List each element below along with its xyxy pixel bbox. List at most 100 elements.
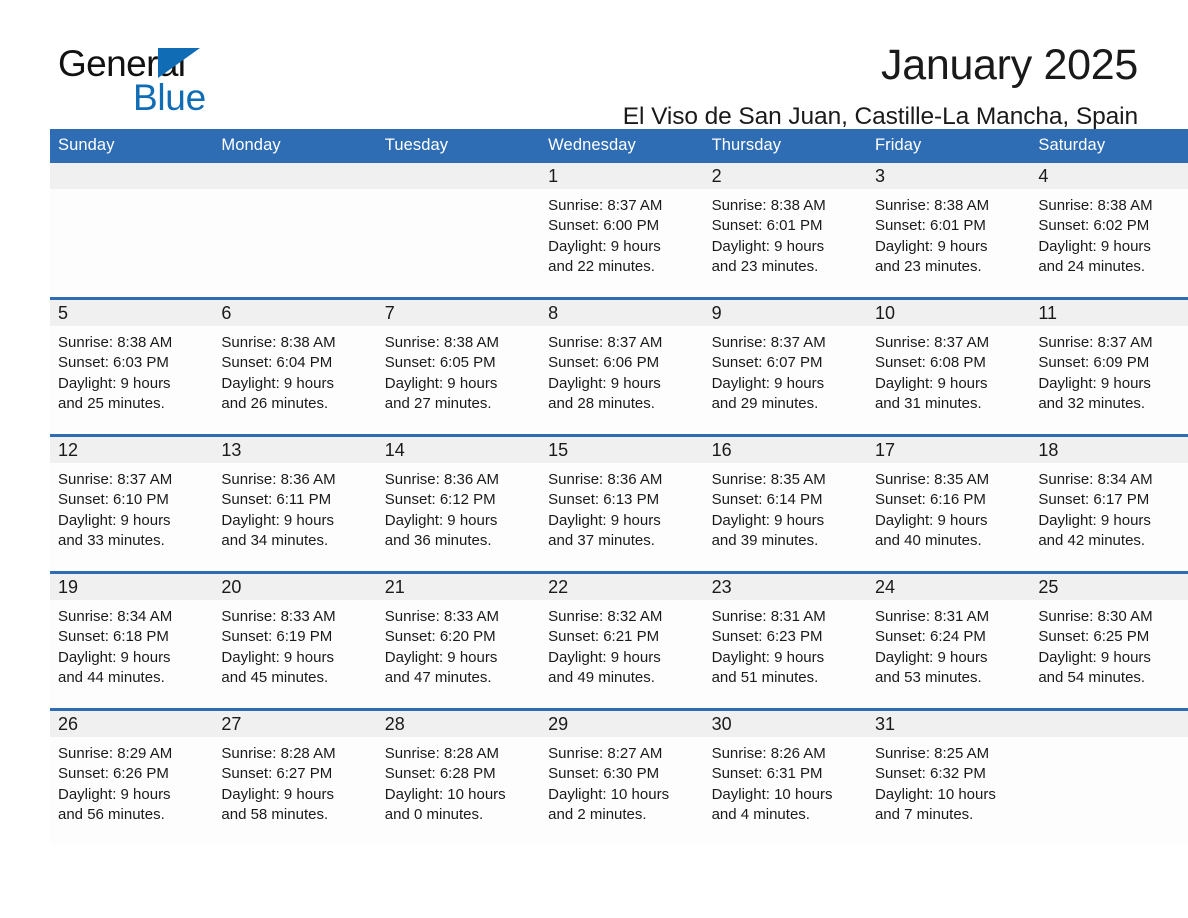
logo-text-blue: Blue xyxy=(133,77,206,118)
calendar-day-cell[interactable]: 13 Sunrise: 8:36 AM Sunset: 6:11 PM Dayligh… xyxy=(213,434,377,573)
day-number: 10 xyxy=(866,300,1031,326)
calendar-day-cell[interactable]: 18 Sunrise: 8:34 AM Sunset: 6:17 PM Dayligh… xyxy=(1030,434,1188,573)
sunset-text: Sunset: 6:05 PM xyxy=(384,354,496,372)
generalblue-logo[interactable]: General Blue xyxy=(58,44,318,120)
sunset-text: Sunset: 6:08 PM xyxy=(874,354,986,372)
calendar-day-cell[interactable]: 21 Sunrise: 8:33 AM Sunset: 6:20 PM Dayligh… xyxy=(376,571,541,710)
sunset-text: Sunset: 6:12 PM xyxy=(384,491,496,509)
calendar-day-cell[interactable]: 11 Sunrise: 8:37 AM Sunset: 6:09 PM Dayligh… xyxy=(1030,297,1188,436)
calendar-day-cell[interactable]: 9 Sunrise: 8:37 AM Sunset: 6:07 PM Daylight… xyxy=(703,297,867,436)
daylight-text-line2: and 7 minutes. xyxy=(874,805,974,823)
title-block: January 2025 El Viso de San Juan, Castil… xyxy=(623,40,1139,132)
daylight-text-line1: Daylight: 10 hours xyxy=(711,785,833,803)
sunset-text: Sunset: 6:27 PM xyxy=(221,765,333,783)
daylight-text-line1: Daylight: 9 hours xyxy=(58,511,171,529)
calendar-day-cell[interactable]: 20 Sunrise: 8:33 AM Sunset: 6:19 PM Dayligh… xyxy=(213,571,377,710)
day-details: Sunrise: 8:30 AM Sunset: 6:25 PM Daylight:… xyxy=(1030,600,1188,708)
sunrise-text: Sunrise: 8:31 AM xyxy=(711,608,826,625)
day-details xyxy=(50,189,214,297)
sunrise-text: Sunrise: 8:33 AM xyxy=(384,608,500,625)
day-details: Sunrise: 8:37 AM Sunset: 6:07 PM Daylight:… xyxy=(703,326,867,434)
daylight-text-line1: Daylight: 9 hours xyxy=(384,511,498,529)
day-details: Sunrise: 8:38 AM Sunset: 6:01 PM Daylight:… xyxy=(703,189,867,297)
day-details: Sunrise: 8:32 AM Sunset: 6:21 PM Daylight:… xyxy=(540,600,704,708)
day-number: 28 xyxy=(376,711,541,737)
daylight-text-line1: Daylight: 9 hours xyxy=(548,511,661,529)
day-number: 8 xyxy=(540,300,704,326)
day-number: 26 xyxy=(50,711,214,737)
daylight-text-line1: Daylight: 9 hours xyxy=(221,648,334,666)
daylight-text-line1: Daylight: 10 hours xyxy=(548,785,670,803)
sunset-text: Sunset: 6:01 PM xyxy=(711,217,823,235)
calendar-day-cell[interactable]: 22 Sunrise: 8:32 AM Sunset: 6:21 PM Dayligh… xyxy=(540,571,704,710)
sunrise-text: Sunrise: 8:34 AM xyxy=(58,608,173,625)
daylight-text-line1: Daylight: 9 hours xyxy=(874,511,988,529)
sunrise-text: Sunrise: 8:38 AM xyxy=(874,197,990,214)
sunset-text: Sunset: 6:18 PM xyxy=(58,628,169,646)
sunrise-text: Sunrise: 8:37 AM xyxy=(58,471,173,488)
calendar-day-cell[interactable]: 26 Sunrise: 8:29 AM Sunset: 6:26 PM Dayligh… xyxy=(50,708,214,845)
day-details: Sunrise: 8:38 AM Sunset: 6:03 PM Daylight:… xyxy=(50,326,214,434)
calendar-day-cell[interactable]: 3 Sunrise: 8:38 AM Sunset: 6:01 PM Daylight… xyxy=(866,163,1031,299)
daylight-text-line2: and 26 minutes. xyxy=(221,394,329,412)
sunrise-text: Sunrise: 8:28 AM xyxy=(221,745,336,762)
sunset-text: Sunset: 6:23 PM xyxy=(711,628,823,646)
daylight-text-line2: and 32 minutes. xyxy=(1038,394,1146,412)
day-details: Sunrise: 8:28 AM Sunset: 6:27 PM Daylight:… xyxy=(213,737,377,845)
calendar-day-cell[interactable]: 27 Sunrise: 8:28 AM Sunset: 6:27 PM Dayligh… xyxy=(213,708,377,845)
calendar-day-cell[interactable]: 5 Sunrise: 8:38 AM Sunset: 6:03 PM Daylight… xyxy=(50,297,214,436)
daylight-text-line1: Daylight: 9 hours xyxy=(221,374,334,392)
calendar-day-cell[interactable]: 8 Sunrise: 8:37 AM Sunset: 6:06 PM Daylight… xyxy=(540,297,704,436)
day-details: Sunrise: 8:34 AM Sunset: 6:17 PM Daylight:… xyxy=(1030,463,1188,571)
daylight-text-line2: and 44 minutes. xyxy=(58,668,165,686)
sunrise-text: Sunrise: 8:37 AM xyxy=(548,334,663,351)
daylight-text-line1: Daylight: 9 hours xyxy=(384,648,498,666)
calendar-day-cell[interactable]: 6 Sunrise: 8:38 AM Sunset: 6:04 PM Daylight… xyxy=(213,297,377,436)
calendar-day-cell[interactable]: 14 Sunrise: 8:36 AM Sunset: 6:12 PM Dayligh… xyxy=(376,434,541,573)
daylight-text-line1: Daylight: 10 hours xyxy=(874,785,996,803)
calendar-day-cell[interactable]: 4 Sunrise: 8:38 AM Sunset: 6:02 PM Daylight… xyxy=(1030,163,1188,299)
daylight-text-line1: Daylight: 9 hours xyxy=(1038,648,1151,666)
calendar-day-cell[interactable]: 31 Sunrise: 8:25 AM Sunset: 6:32 PM Dayligh… xyxy=(866,708,1031,845)
day-number: 1 xyxy=(540,163,704,189)
daylight-text-line1: Daylight: 9 hours xyxy=(874,374,988,392)
calendar-day-cell[interactable]: 16 Sunrise: 8:35 AM Sunset: 6:14 PM Dayligh… xyxy=(703,434,867,573)
weekday-header-wednesday: Wednesday xyxy=(540,129,704,163)
calendar-day-cell[interactable]: 10 Sunrise: 8:37 AM Sunset: 6:08 PM Dayligh… xyxy=(866,297,1031,436)
calendar-day-cell[interactable]: 24 Sunrise: 8:31 AM Sunset: 6:24 PM Dayligh… xyxy=(866,571,1031,710)
sunrise-text: Sunrise: 8:35 AM xyxy=(711,471,826,488)
day-details: Sunrise: 8:37 AM Sunset: 6:10 PM Daylight:… xyxy=(50,463,214,571)
day-details: Sunrise: 8:36 AM Sunset: 6:11 PM Daylight:… xyxy=(213,463,377,571)
calendar-day-cell[interactable]: 12 Sunrise: 8:37 AM Sunset: 6:10 PM Dayligh… xyxy=(50,434,214,573)
day-details: Sunrise: 8:35 AM Sunset: 6:14 PM Daylight:… xyxy=(703,463,867,571)
sunrise-text: Sunrise: 8:26 AM xyxy=(711,745,826,762)
calendar-day-cell[interactable]: 29 Sunrise: 8:27 AM Sunset: 6:30 PM Dayligh… xyxy=(540,708,704,845)
sunset-text: Sunset: 6:11 PM xyxy=(221,491,332,509)
calendar-day-cell[interactable]: 17 Sunrise: 8:35 AM Sunset: 6:16 PM Dayligh… xyxy=(866,434,1031,573)
sunset-text: Sunset: 6:04 PM xyxy=(221,354,333,372)
calendar-day-cell[interactable]: 30 Sunrise: 8:26 AM Sunset: 6:31 PM Dayligh… xyxy=(703,708,867,845)
day-number: 19 xyxy=(50,574,214,600)
daylight-text-line1: Daylight: 9 hours xyxy=(711,511,825,529)
calendar-day-cell[interactable]: 25 Sunrise: 8:30 AM Sunset: 6:25 PM Dayligh… xyxy=(1030,571,1188,710)
calendar-day-cell[interactable]: 15 Sunrise: 8:36 AM Sunset: 6:13 PM Dayligh… xyxy=(540,434,704,573)
daylight-text-line1: Daylight: 10 hours xyxy=(384,785,506,803)
sunrise-text: Sunrise: 8:31 AM xyxy=(874,608,990,625)
calendar-page: General Blue January 2025 El Viso de San… xyxy=(0,0,1188,918)
day-number: 11 xyxy=(1030,300,1188,326)
daylight-text-line2: and 2 minutes. xyxy=(548,805,647,823)
sunset-text: Sunset: 6:06 PM xyxy=(548,354,660,372)
calendar-day-cell[interactable]: 1 Sunrise: 8:37 AM Sunset: 6:00 PM Daylight… xyxy=(540,163,704,299)
calendar-week-row: 5 Sunrise: 8:38 AM Sunset: 6:03 PM Daylight… xyxy=(50,297,1188,436)
calendar-day-cell[interactable]: 28 Sunrise: 8:28 AM Sunset: 6:28 PM Dayligh… xyxy=(376,708,541,845)
day-details: Sunrise: 8:28 AM Sunset: 6:28 PM Daylight:… xyxy=(376,737,541,845)
sunrise-text: Sunrise: 8:37 AM xyxy=(548,197,663,214)
calendar-day-cell[interactable]: 23 Sunrise: 8:31 AM Sunset: 6:23 PM Dayligh… xyxy=(703,571,867,710)
day-number: 23 xyxy=(703,574,867,600)
calendar-week-row: 1 Sunrise: 8:37 AM Sunset: 6:00 PM Daylight… xyxy=(50,163,1188,299)
calendar-day-cell[interactable]: 7 Sunrise: 8:38 AM Sunset: 6:05 PM Daylight… xyxy=(376,297,541,436)
day-number: 5 xyxy=(50,300,214,326)
calendar-day-cell[interactable]: 2 Sunrise: 8:38 AM Sunset: 6:01 PM Daylight… xyxy=(703,163,867,299)
day-details xyxy=(376,189,541,297)
calendar-day-cell[interactable]: 19 Sunrise: 8:34 AM Sunset: 6:18 PM Dayligh… xyxy=(50,571,214,710)
